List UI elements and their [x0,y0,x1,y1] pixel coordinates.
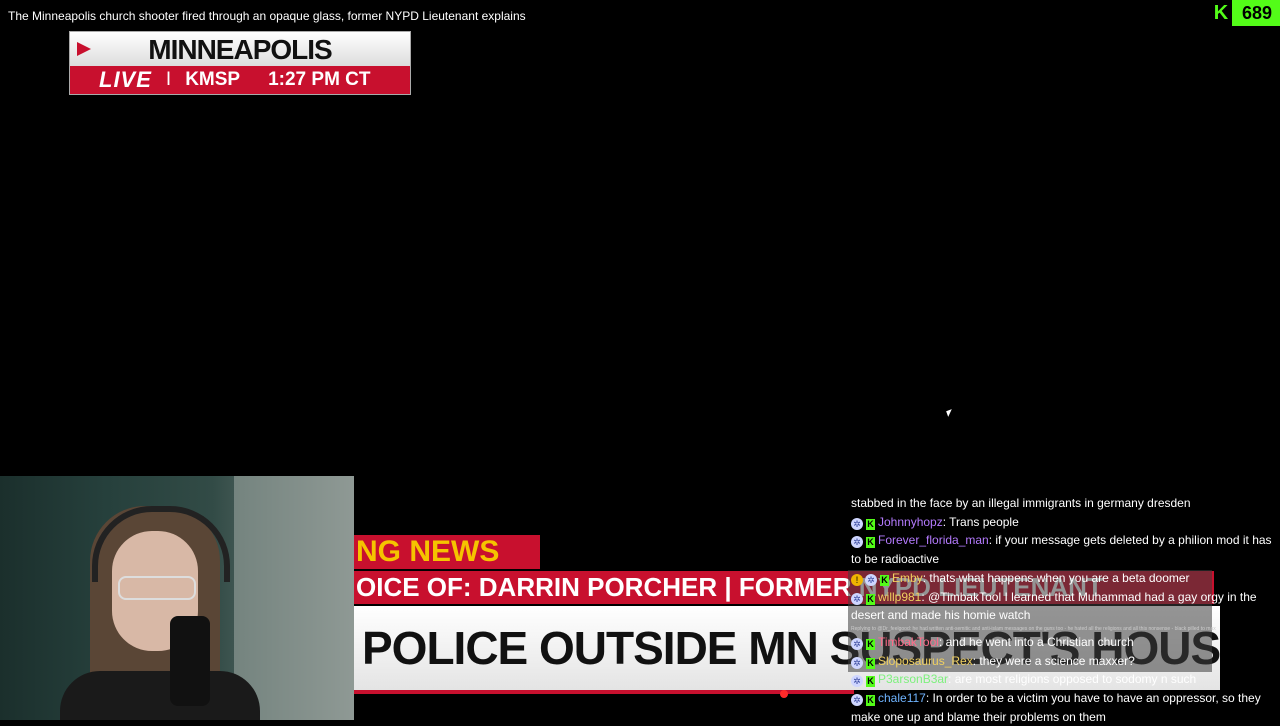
time-label: 1:27 PM CT [268,69,371,90]
chat-username[interactable]: Emby [892,571,923,585]
chat-username[interactable]: chale117 [878,691,926,705]
webcam-feed [0,476,354,720]
live-bug-footer: LIVE I KMSP 1:27 PM CT [70,66,410,94]
kick-badge-icon: K [866,537,875,549]
chat-message: ✲ Kwillp981: @TimbakTool I learned that M… [851,589,1257,623]
live-bug-city: MINNEAPOLIS [148,34,332,65]
kick-badge-icon: K [866,657,875,669]
chat-message: ✲ Kchale117: In order to be a victim you … [851,691,1261,724]
webcam-background [234,476,354,720]
kick-badge-icon: K [866,593,875,605]
chat-message-text: are most religions opposed to sodomy n s… [954,672,1197,687]
kick-logo-icon: K [1209,0,1232,26]
sub-icon: ✲ [851,656,863,669]
chat-panel: stabbed in the face by an illegal immigr… [851,494,1276,726]
kick-badge-icon: K [866,676,875,688]
chat-message: stabbed in the face by an illegal immigr… [851,494,1276,513]
chat-message: ✲ K TimbakTool: and he went into a Christi… [851,633,1276,652]
viewer-count-badge: K 689 [1209,0,1280,26]
sub-icon: ✲ [851,637,863,650]
chat-message: ✲ K Forever_florida_man: if your message g… [851,533,1272,567]
chat-message-text: stabbed in the face by an illegal immigr… [851,496,1191,510]
chat-reply-preview: Replying to @Dr_feelgood: he had written… [851,625,1216,632]
sub-icon: ✲ [851,517,863,530]
live-bug-header: MINNEAPOLIS [70,32,410,66]
progress-dot [780,690,788,698]
video-title: The Minneapolis church shooter fired thr… [8,9,526,23]
sub-icon: ✲ [851,694,863,707]
mod-icon: ! [851,573,863,586]
chat-message-text: Trans people [949,514,1019,529]
chat-username[interactable]: Johnnyhopz [878,515,943,529]
chat-username[interactable]: P3arsonB3ar [878,672,948,686]
sub-icon: ✲ [865,573,877,586]
sub-icon: ✲ [851,592,863,605]
chat-message: ✲ K P3arsonB3ar: are most religions oppose… [851,670,1276,689]
chat-message-text: and he went into a Christian church [945,634,1134,649]
chat-message-text: they were a science maxxer? [979,653,1135,668]
station-label: KMSP [185,69,241,90]
sub-icon: ✲ [851,536,863,549]
live-label: LIVE [99,67,152,92]
chat-username[interactable]: willp981 [878,590,921,604]
kick-badge-icon: K [866,695,875,707]
microphone-icon [170,616,210,706]
breaking-news-label: NG NEWS [354,535,540,569]
chat-message: ✲ K Johnnyhopz: Trans people [851,513,1276,532]
headline-divider [354,690,854,694]
kick-badge-icon: K [880,574,889,586]
kick-badge-icon: K [866,518,875,530]
viewer-count: 689 [1241,2,1272,23]
chat-message-text: thats what happens when you are a beta d… [929,570,1190,585]
chat-message: ! ✲ K Emby: thats what happens when you are… [851,569,1276,588]
live-bug: MINNEAPOLIS LIVE I KMSP 1:27 PM CT [69,31,411,95]
chat-message: ✲ K Sloposaurus_Rex: they were a science m… [851,652,1276,671]
live-separator: I [165,69,172,90]
chat-username[interactable]: TimbakTool [878,635,939,649]
webcam-streamer-shirt [60,671,260,720]
chat-username[interactable]: Sloposaurus_Rex [878,654,973,668]
kick-badge-icon: K [866,638,875,650]
mouse-cursor-icon [946,409,954,417]
chat-username[interactable]: Forever_florida_man [878,533,989,547]
sub-icon: ✲ [851,675,863,688]
